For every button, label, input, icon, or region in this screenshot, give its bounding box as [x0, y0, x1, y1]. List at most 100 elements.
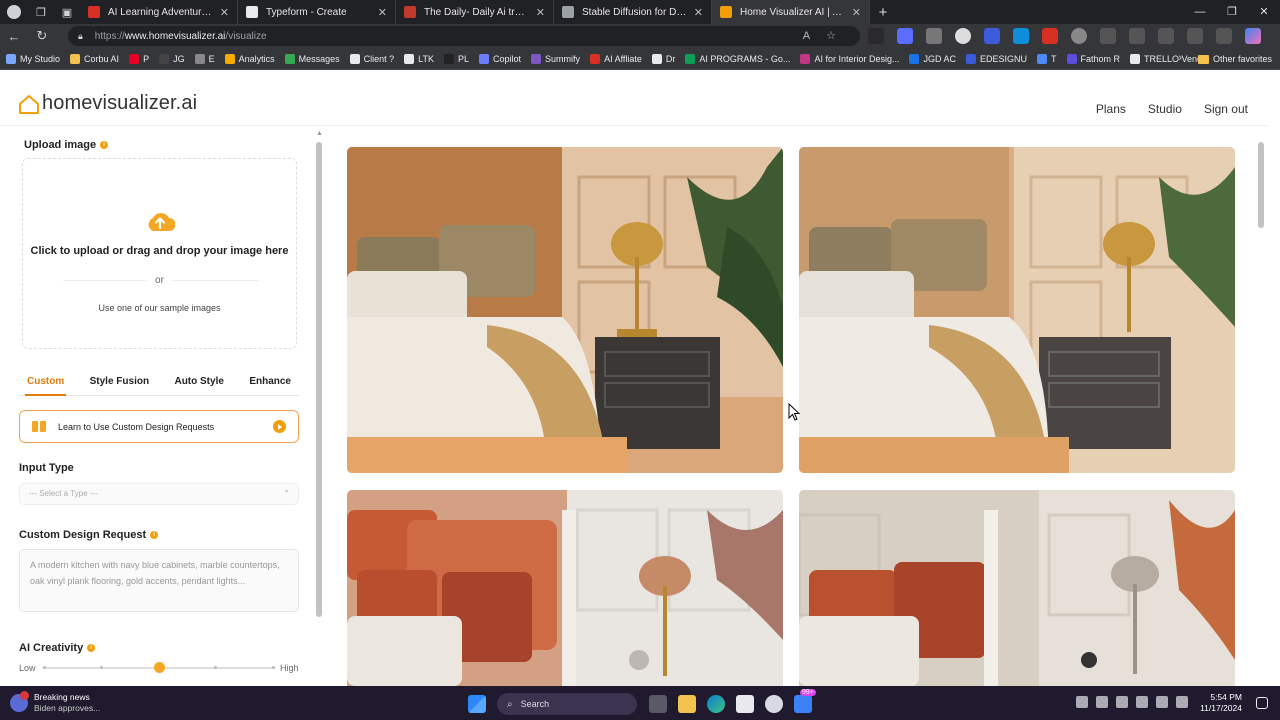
- extension-icon[interactable]: [868, 28, 884, 44]
- new-tab-icon[interactable]: +: [870, 4, 896, 21]
- extension-icon[interactable]: [926, 28, 942, 44]
- sidebar-scrollbar-thumb[interactable]: [316, 142, 322, 617]
- copilot-icon[interactable]: [1245, 28, 1261, 44]
- other-favorites[interactable]: Other favorites: [1197, 48, 1272, 70]
- generated-image-4[interactable]: [799, 490, 1235, 686]
- windows-start-icon[interactable]: [468, 695, 486, 713]
- page-scrollbar-thumb[interactable]: [1258, 142, 1264, 228]
- tab-actions-icon[interactable]: ▣: [54, 0, 80, 24]
- bookmark-item[interactable]: PL: [444, 53, 469, 64]
- sidebar-scrollbar[interactable]: ▲: [316, 130, 323, 686]
- bookmark-item[interactable]: My Studio: [6, 53, 60, 64]
- extension-icon[interactable]: [1042, 28, 1058, 44]
- extension-icon[interactable]: [1013, 28, 1029, 44]
- favorites-icon[interactable]: [1129, 28, 1145, 44]
- browser-tab[interactable]: AI Learning Adventure Guide ✕: [80, 0, 238, 24]
- info-icon[interactable]: i: [150, 531, 159, 539]
- back-icon[interactable]: ←: [0, 29, 28, 44]
- tab-style-fusion[interactable]: Style Fusion: [82, 374, 157, 395]
- bookmark-item[interactable]: P: [129, 53, 149, 64]
- url-field[interactable]: 🔒︎ https://www.homevisualizer.ai/visuali…: [68, 26, 860, 46]
- extensions-puzzle-icon[interactable]: [1100, 28, 1116, 44]
- bookmarks-overflow-icon[interactable]: ›: [1178, 52, 1182, 64]
- close-tab-icon[interactable]: ✕: [220, 6, 229, 19]
- info-icon[interactable]: i: [100, 141, 109, 149]
- cloud-icon[interactable]: [1096, 696, 1109, 708]
- mail-icon[interactable]: 99+: [794, 689, 816, 713]
- app-icon[interactable]: [765, 695, 783, 713]
- bookmark-item[interactable]: LTK: [404, 53, 434, 64]
- close-window-icon[interactable]: ✕: [1248, 0, 1280, 24]
- extension-icon[interactable]: [1071, 28, 1087, 44]
- favorite-star-icon[interactable]: A☆: [803, 29, 852, 42]
- browser-tab[interactable]: The Daily- Daily Ai training for int ✕: [396, 0, 554, 24]
- workspaces-icon[interactable]: ❐: [28, 0, 54, 24]
- logo[interactable]: homevisualizer.ai: [18, 92, 197, 115]
- slider-thumb[interactable]: [154, 662, 165, 673]
- volume-icon[interactable]: [1156, 696, 1169, 708]
- battery-icon[interactable]: [1176, 696, 1189, 708]
- taskbar-search[interactable]: ⌕ Search: [497, 693, 637, 715]
- tab-custom[interactable]: Custom: [19, 374, 72, 396]
- wifi-icon[interactable]: [1136, 696, 1149, 708]
- generated-image-1[interactable]: [347, 147, 783, 473]
- bookmark-item[interactable]: Client ?: [349, 53, 394, 64]
- info-icon[interactable]: i: [87, 644, 96, 652]
- microphone-icon[interactable]: [1116, 696, 1129, 708]
- nav-sign-out[interactable]: Sign out: [1204, 102, 1248, 116]
- bookmark-item[interactable]: AI PROGRAMS - Go...: [685, 53, 790, 64]
- edge-icon[interactable]: [707, 695, 725, 713]
- bookmark-item[interactable]: Fathom R: [1066, 53, 1120, 64]
- downloads-icon[interactable]: [1158, 28, 1174, 44]
- profile-icon[interactable]: [0, 0, 28, 24]
- sample-images-link[interactable]: Use one of our sample images: [23, 303, 296, 313]
- refresh-icon[interactable]: ↻: [28, 28, 56, 44]
- news-widget[interactable]: Breaking news Biden approves...: [10, 691, 100, 714]
- file-explorer-icon[interactable]: [678, 695, 696, 713]
- page-scrollbar[interactable]: [1258, 130, 1264, 686]
- browser-tab[interactable]: Typeform - Create ✕: [238, 0, 396, 24]
- bookmark-item[interactable]: JG: [159, 53, 185, 64]
- tab-auto-style[interactable]: Auto Style: [166, 374, 231, 395]
- learn-custom-requests-button[interactable]: Learn to Use Custom Design Requests: [19, 410, 299, 443]
- task-view-icon[interactable]: [649, 695, 667, 713]
- bookmark-item[interactable]: Analytics: [224, 53, 275, 64]
- clock[interactable]: 5:54 PM 11/17/2024: [1200, 692, 1242, 714]
- nav-plans[interactable]: Plans: [1096, 102, 1126, 116]
- input-type-select[interactable]: --- Select a Type --- ⌃: [19, 483, 299, 505]
- tab-enhance[interactable]: Enhance: [241, 374, 299, 395]
- generated-image-3[interactable]: [347, 490, 783, 686]
- close-tab-icon[interactable]: ✕: [536, 6, 545, 19]
- screenshot-icon[interactable]: [1187, 28, 1203, 44]
- bookmark-item[interactable]: Summify: [531, 53, 580, 64]
- bookmark-item[interactable]: Dr: [651, 53, 675, 64]
- custom-request-textarea[interactable]: A modern kitchen with navy blue cabinets…: [19, 549, 299, 612]
- browser-tab[interactable]: Home Visualizer AI | AI Inter ✕: [712, 0, 870, 24]
- minimize-icon[interactable]: —: [1184, 0, 1216, 24]
- notification-icon[interactable]: [1256, 697, 1268, 709]
- scroll-up-icon[interactable]: ▲: [316, 130, 323, 137]
- extension-icon[interactable]: [955, 28, 971, 44]
- extension-icon[interactable]: [984, 28, 1000, 44]
- generated-image-2[interactable]: [799, 147, 1235, 473]
- bookmark-item[interactable]: AI Affliate: [590, 53, 642, 64]
- bookmark-item[interactable]: Messages: [284, 53, 340, 64]
- upload-dropzone[interactable]: Click to upload or drag and drop your im…: [22, 158, 297, 349]
- bookmark-item[interactable]: AI for Interior Desig...: [800, 53, 899, 64]
- bookmark-item[interactable]: Corbu AI: [70, 53, 119, 64]
- bookmark-item[interactable]: E: [194, 53, 215, 64]
- close-tab-icon[interactable]: ✕: [378, 6, 387, 19]
- bookmark-item[interactable]: T: [1037, 53, 1057, 64]
- close-tab-icon[interactable]: ✕: [694, 6, 703, 19]
- more-options-icon[interactable]: [1216, 28, 1232, 44]
- extension-icon[interactable]: [897, 28, 913, 44]
- chevron-up-icon[interactable]: [1076, 696, 1089, 708]
- bookmark-item[interactable]: Copilot: [479, 53, 521, 64]
- close-tab-icon[interactable]: ✕: [852, 6, 861, 19]
- maximize-icon[interactable]: ❐: [1216, 0, 1248, 24]
- browser-tab[interactable]: Stable Diffusion for Designers ✕: [554, 0, 712, 24]
- ai-creativity-slider[interactable]: [43, 662, 275, 673]
- bookmark-item[interactable]: EDESIGNU: [965, 53, 1027, 64]
- bookmark-item[interactable]: TRELLO Vend: [1130, 53, 1202, 64]
- app-icon[interactable]: [736, 695, 754, 713]
